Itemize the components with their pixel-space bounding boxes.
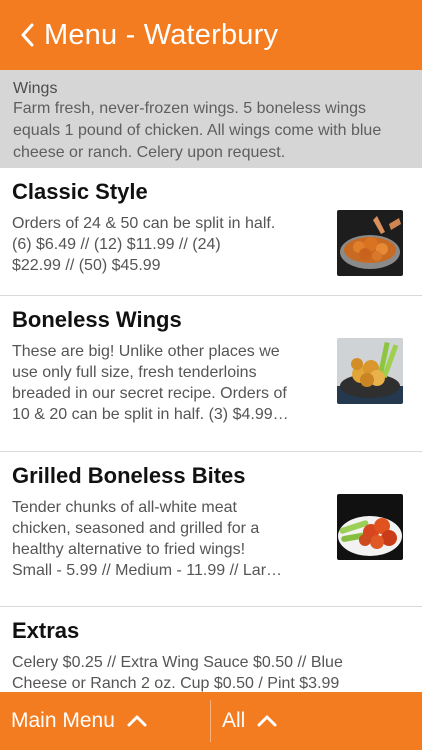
menu-item-list: Classic Style Orders of 24 & 50 can be s… <box>0 168 422 692</box>
menu-item-boneless-wings[interactable]: Boneless Wings These are big! Unlike oth… <box>0 296 422 452</box>
menu-item-name: Boneless Wings <box>12 307 182 332</box>
top-bar: Menu - Waterbury <box>0 0 422 70</box>
menu-item-description: Orders of 24 & 50 can be split in half. … <box>12 215 276 274</box>
chevron-up-icon <box>257 715 277 727</box>
bottom-bar: Main Menu All <box>0 692 422 750</box>
all-label: All <box>222 709 246 732</box>
main-menu-button[interactable]: Main Menu <box>0 692 211 750</box>
category-description: Farm fresh, never-frozen wings. 5 bonele… <box>13 100 382 161</box>
page-title: Menu - Waterbury <box>44 18 279 51</box>
menu-item-grilled-boneless-bites[interactable]: Grilled Boneless Bites Tender chunks of … <box>0 452 422 607</box>
menu-item-extras[interactable]: Extras Celery $0.25 // Extra Wing Sauce … <box>0 607 422 692</box>
footer-divider <box>210 700 211 742</box>
main-menu-label: Main Menu <box>11 709 115 732</box>
category-title: Wings <box>13 80 58 97</box>
category-banner: Wings Farm fresh, never-frozen wings. 5 … <box>0 70 422 168</box>
chevron-up-icon <box>127 715 147 727</box>
menu-item-description: Celery $0.25 // Extra Wing Sauce $0.50 /… <box>12 654 343 692</box>
classic-wings-photo <box>337 210 403 276</box>
menu-item-description: Tender chunks of all-white meat chicken,… <box>12 499 283 579</box>
all-categories-button[interactable]: All <box>211 692 277 750</box>
boneless-wings-photo <box>337 338 403 404</box>
menu-item-name: Classic Style <box>12 179 148 204</box>
menu-item-name: Grilled Boneless Bites <box>12 463 246 488</box>
menu-item-description: These are big! Unlike other places we us… <box>12 343 289 423</box>
chevron-left-icon[interactable] <box>0 0 40 70</box>
grilled-bites-photo <box>337 494 403 560</box>
menu-item-name: Extras <box>12 618 80 643</box>
menu-item-classic-style[interactable]: Classic Style Orders of 24 & 50 can be s… <box>0 168 422 296</box>
